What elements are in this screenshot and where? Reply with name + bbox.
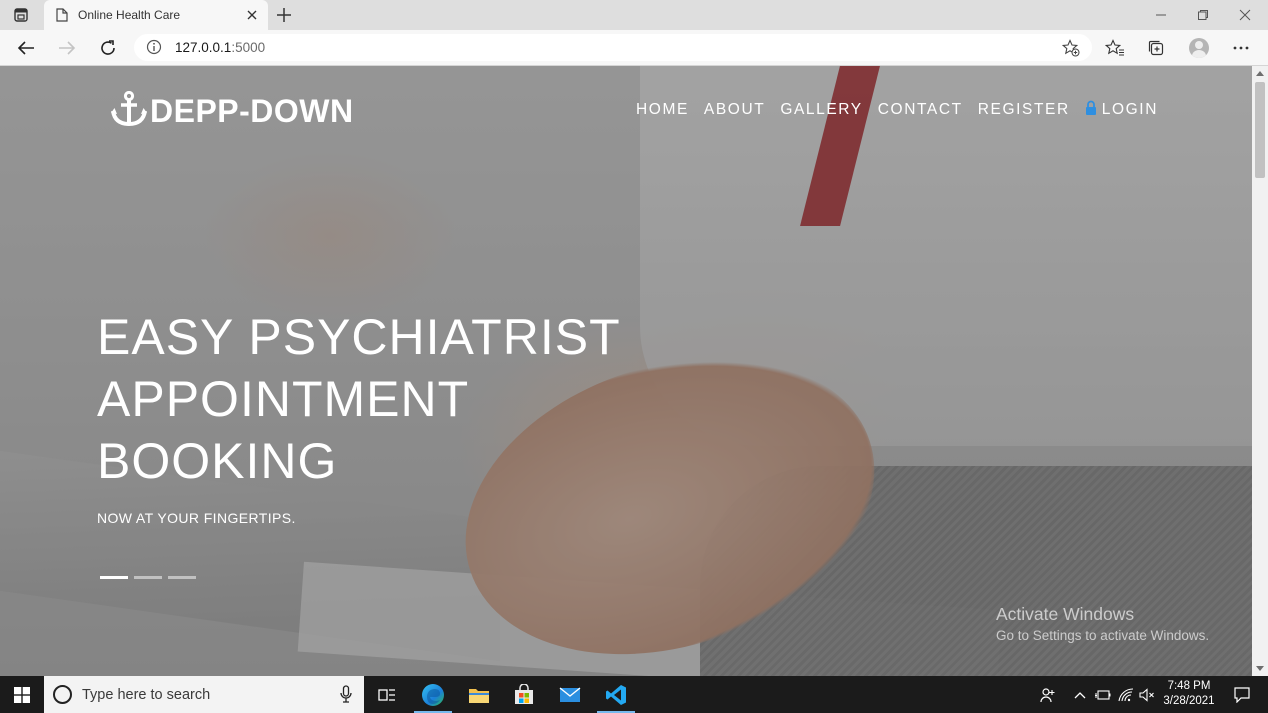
close-tab-icon[interactable] [244, 7, 260, 23]
site-info-icon[interactable] [146, 39, 162, 60]
volume-muted-icon[interactable] [1138, 676, 1156, 713]
nav-login-label: LOGIN [1101, 101, 1158, 118]
windows-taskbar: Type here to search 7:48 PM 3/28/2021 [0, 676, 1268, 713]
forward-arrow-icon[interactable] [55, 37, 79, 59]
url-host: 127.0.0.1 [175, 40, 232, 55]
hero-headline-line: EASY PSYCHIATRIST [97, 309, 621, 365]
browser-toolbar: 127.0.0.1:5000 [0, 30, 1268, 66]
edge-browser-icon[interactable] [410, 676, 456, 713]
mail-icon[interactable] [547, 676, 593, 713]
refresh-icon[interactable] [96, 37, 120, 59]
favorites-icon[interactable] [1104, 37, 1126, 59]
nav-contact[interactable]: CONTACT [878, 101, 963, 119]
profile-avatar-icon[interactable] [1188, 37, 1210, 59]
url-text: 127.0.0.1:5000 [175, 40, 265, 55]
task-view-icon[interactable] [364, 676, 410, 713]
wifi-icon[interactable] [1117, 676, 1135, 713]
activate-windows-watermark: Activate Windows Go to Settings to activ… [996, 604, 1209, 643]
cortana-icon [53, 685, 72, 704]
browser-tab[interactable]: Online Health Care [44, 0, 268, 30]
file-explorer-icon[interactable] [456, 676, 502, 713]
close-window-icon[interactable] [1224, 0, 1266, 30]
carousel-indicator[interactable] [168, 576, 196, 579]
more-options-icon[interactable] [1230, 37, 1252, 59]
nav-register[interactable]: REGISTER [978, 101, 1070, 119]
back-arrow-icon[interactable] [14, 37, 38, 59]
microphone-icon[interactable] [340, 685, 352, 708]
scroll-up-icon[interactable] [1256, 71, 1264, 76]
scroll-thumb[interactable] [1255, 82, 1265, 178]
hero-headline-line: BOOKING [97, 433, 338, 489]
battery-icon[interactable] [1094, 676, 1112, 713]
vs-code-icon[interactable] [593, 676, 639, 713]
page-viewport: DEPP-DOWN HOME ABOUT GALLERY CONTACT REG… [0, 66, 1252, 676]
taskbar-clock[interactable]: 7:48 PM 3/28/2021 [1158, 679, 1220, 709]
anchor-icon [110, 90, 148, 132]
minimize-icon[interactable] [1140, 0, 1182, 30]
hero-headline-line: APPOINTMENT [97, 371, 470, 427]
address-bar[interactable]: 127.0.0.1:5000 [134, 34, 1092, 61]
taskbar-search-box[interactable]: Type here to search [44, 676, 364, 713]
nav-home[interactable]: HOME [636, 101, 689, 119]
watermark-title: Activate Windows [996, 604, 1135, 624]
scroll-down-icon[interactable] [1256, 666, 1264, 671]
windows-start-icon[interactable] [0, 676, 44, 713]
action-center-icon[interactable] [1224, 676, 1260, 713]
site-logo[interactable]: DEPP-DOWN [110, 90, 354, 132]
search-placeholder: Type here to search [82, 687, 211, 703]
add-favorite-icon[interactable] [1061, 39, 1080, 62]
restore-icon[interactable] [1182, 0, 1224, 30]
collections-icon[interactable] [1145, 37, 1167, 59]
page-scrollbar[interactable] [1252, 66, 1268, 676]
hero-headline: EASY PSYCHIATRIST APPOINTMENT BOOKING [97, 306, 621, 492]
main-nav: HOME ABOUT GALLERY CONTACT REGISTER LOGI… [636, 100, 1173, 120]
carousel-indicator[interactable] [100, 576, 128, 579]
people-icon[interactable] [1038, 676, 1058, 713]
carousel-indicator[interactable] [134, 576, 162, 579]
logo-text: DEPP-DOWN [150, 93, 354, 129]
clock-date: 3/28/2021 [1163, 695, 1215, 707]
carousel-indicators [100, 576, 202, 579]
lock-icon [1085, 100, 1097, 120]
url-port: :5000 [231, 40, 266, 55]
hero-subline: NOW AT YOUR FINGERTIPS. [97, 510, 296, 526]
browser-tab-bar: Online Health Care [0, 0, 1268, 30]
nav-gallery[interactable]: GALLERY [780, 101, 862, 119]
nav-login-link[interactable]: LOGIN [1085, 100, 1158, 120]
tab-title: Online Health Care [78, 8, 181, 22]
new-tab-icon[interactable] [274, 5, 294, 25]
show-hidden-icons-chevron-icon[interactable] [1072, 676, 1088, 713]
nav-about[interactable]: ABOUT [704, 101, 765, 119]
microsoft-store-icon[interactable] [501, 676, 547, 713]
page-icon [56, 8, 68, 27]
clock-time: 7:48 PM [1167, 680, 1211, 692]
watermark-subtitle: Go to Settings to activate Windows. [996, 628, 1210, 643]
tab-actions-icon[interactable] [8, 6, 34, 24]
